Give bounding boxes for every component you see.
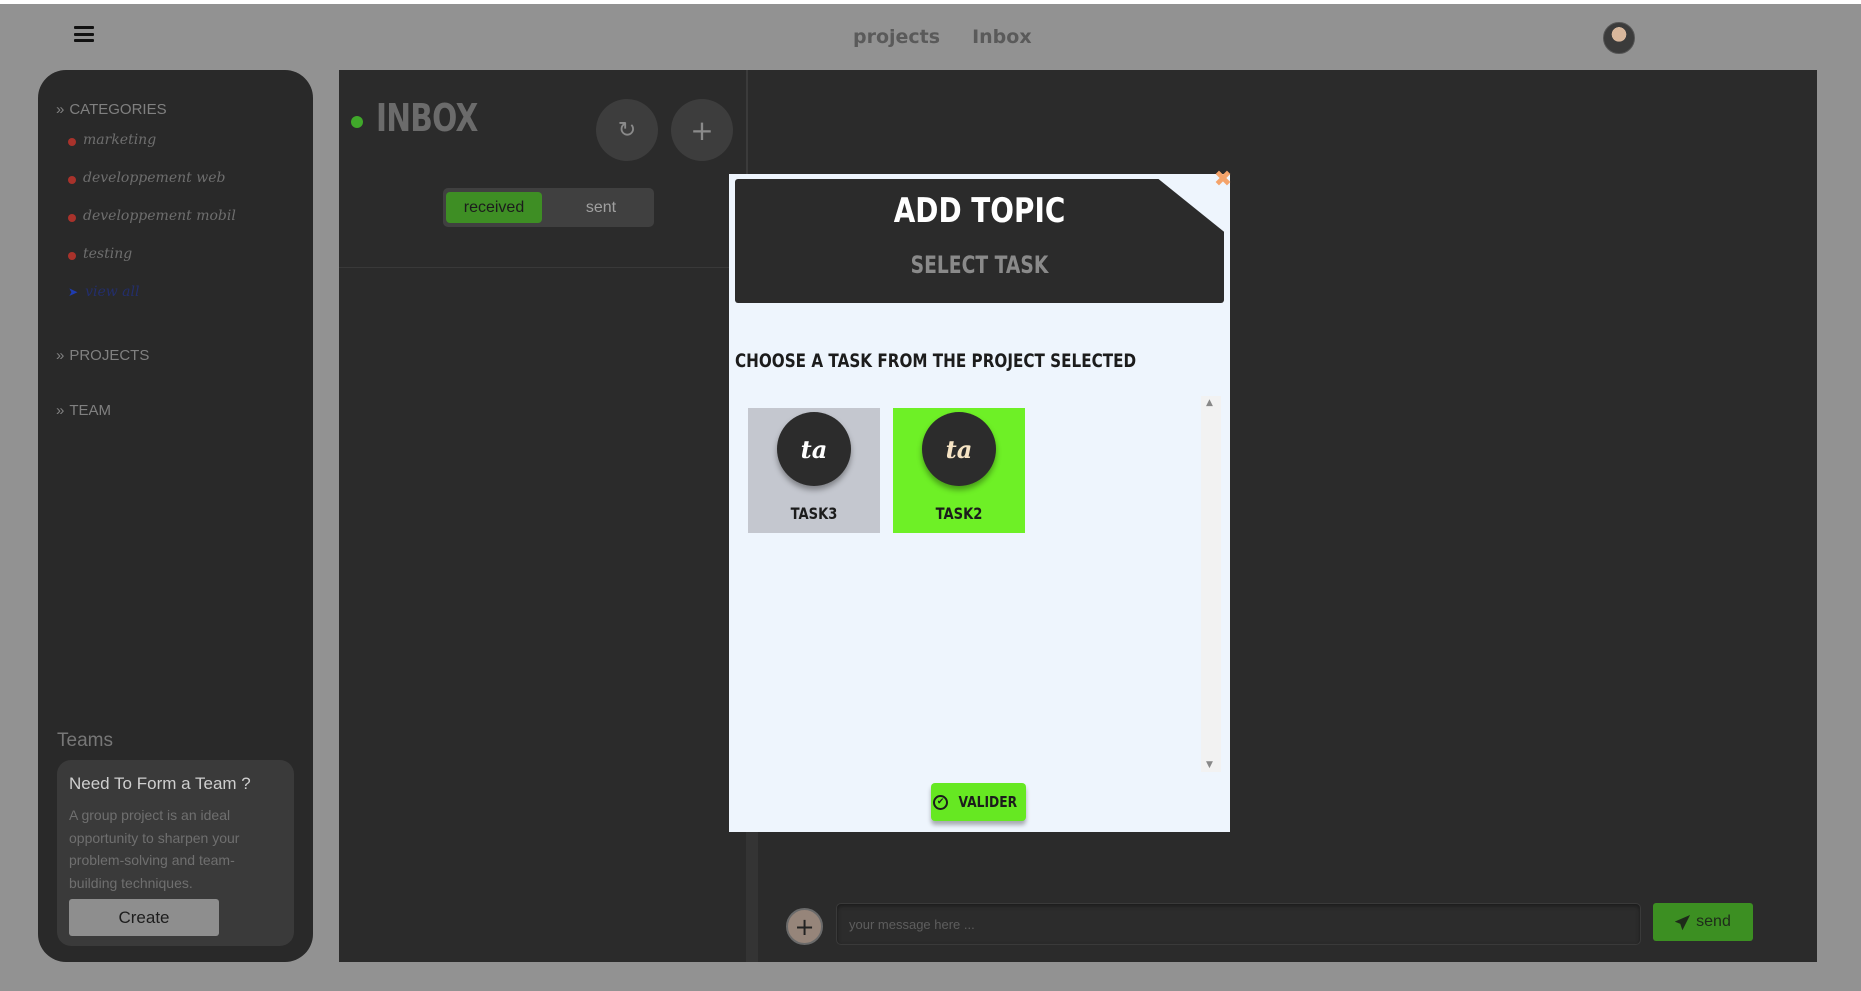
- plus-icon: +: [690, 113, 714, 147]
- projects-heading[interactable]: » PROJECTS: [56, 347, 149, 364]
- category-view-all-link[interactable]: ➤ view all: [68, 284, 236, 322]
- team-heading[interactable]: » TEAM: [56, 402, 111, 419]
- tab-received[interactable]: received: [446, 192, 542, 223]
- nav-link-projects[interactable]: projects: [853, 26, 940, 48]
- task-list: ta TASK3 ta TASK2: [735, 396, 1207, 772]
- double-chevron-down-icon: »: [56, 101, 65, 118]
- category-label: marketing: [83, 132, 157, 148]
- close-icon[interactable]: ✖: [1211, 167, 1235, 192]
- category-item-developpement-web[interactable]: developpement web: [68, 170, 236, 208]
- menu-icon[interactable]: [74, 26, 94, 42]
- new-topic-button[interactable]: +: [671, 99, 733, 161]
- modal-subtitle: SELECT TASK: [910, 251, 1049, 279]
- team-card-title: Need To Form a Team ?: [69, 774, 251, 793]
- inbox-column: INBOX ↻ + received sent: [339, 70, 761, 962]
- add-topic-modal: ADD TOPIC SELECT TASK ✖ CHOOSE A TASK FR…: [729, 167, 1232, 832]
- task-initials-badge: ta: [922, 412, 996, 486]
- inbox-filter-toggle: received sent: [443, 188, 654, 227]
- task-card-task3[interactable]: ta TASK3: [748, 408, 880, 533]
- refresh-button[interactable]: ↻: [596, 99, 658, 161]
- projects-heading-label: PROJECTS: [69, 347, 150, 364]
- check-circle-icon: ✔: [933, 794, 949, 810]
- send-label: send: [1696, 913, 1731, 930]
- category-dot-icon: [68, 252, 76, 260]
- task-list-scrollbar[interactable]: ▲ ▼: [1201, 396, 1221, 772]
- paper-plane-icon: [1675, 914, 1691, 930]
- task-name: TASK3: [790, 504, 838, 523]
- scroll-up-icon[interactable]: ▲: [1206, 398, 1213, 408]
- double-chevron-right-icon: »: [56, 402, 65, 419]
- validate-label: VALIDER: [958, 793, 1018, 811]
- create-team-button[interactable]: Create: [69, 899, 219, 936]
- attach-button[interactable]: +: [786, 908, 823, 945]
- team-heading-label: TEAM: [69, 402, 112, 419]
- modal-header: ADD TOPIC SELECT TASK: [735, 179, 1224, 303]
- category-item-testing[interactable]: testing: [68, 246, 236, 284]
- category-dot-icon: [68, 214, 76, 222]
- status-dot-icon: [351, 116, 363, 128]
- top-nav: projects Inbox: [853, 26, 1032, 48]
- avatar[interactable]: [1603, 22, 1635, 54]
- categories-heading-label: CATEGORIES: [69, 101, 167, 118]
- chevron-right-icon: ➤: [68, 285, 79, 299]
- task-initials-badge: ta: [777, 412, 851, 486]
- plus-icon: +: [794, 912, 815, 941]
- tab-sent[interactable]: sent: [553, 192, 649, 223]
- message-input[interactable]: [836, 903, 1641, 945]
- app-background: projects Inbox » CATEGORIES marketing de…: [0, 4, 1861, 991]
- category-label: testing: [83, 246, 133, 262]
- task-prompt: CHOOSE A TASK FROM THE PROJECT SELECTED: [735, 350, 1137, 372]
- category-list: marketing developpement web developpemen…: [68, 132, 236, 322]
- modal-title: ADD TOPIC: [893, 191, 1066, 231]
- double-chevron-right-icon: »: [56, 347, 65, 364]
- divider: [339, 267, 746, 268]
- sidebar: » CATEGORIES marketing developpement web…: [38, 70, 313, 962]
- teams-title: Teams: [57, 730, 113, 751]
- nav-link-inbox[interactable]: Inbox: [972, 26, 1032, 48]
- validate-button[interactable]: ✔ VALIDER: [931, 783, 1026, 821]
- refresh-icon: ↻: [617, 117, 637, 143]
- team-card-text: A group project is an ideal opportunity …: [69, 807, 240, 891]
- scroll-down-icon[interactable]: ▼: [1206, 760, 1213, 770]
- scrollbar[interactable]: [746, 825, 758, 962]
- task-name: TASK2: [935, 504, 983, 523]
- categories-heading[interactable]: » CATEGORIES: [56, 101, 167, 118]
- category-item-developpement-mobil[interactable]: developpement mobil: [68, 208, 236, 246]
- inbox-title: INBOX: [376, 96, 478, 140]
- category-dot-icon: [68, 138, 76, 146]
- send-button[interactable]: send: [1653, 903, 1753, 941]
- category-dot-icon: [68, 176, 76, 184]
- team-promo-card: Need To Form a Team ? A group project is…: [57, 760, 294, 946]
- category-item-marketing[interactable]: marketing: [68, 132, 236, 170]
- category-label: developpement web: [83, 170, 226, 186]
- view-all-label: view all: [85, 284, 140, 300]
- category-label: developpement mobil: [83, 208, 236, 224]
- task-card-task2[interactable]: ta TASK2: [893, 408, 1025, 533]
